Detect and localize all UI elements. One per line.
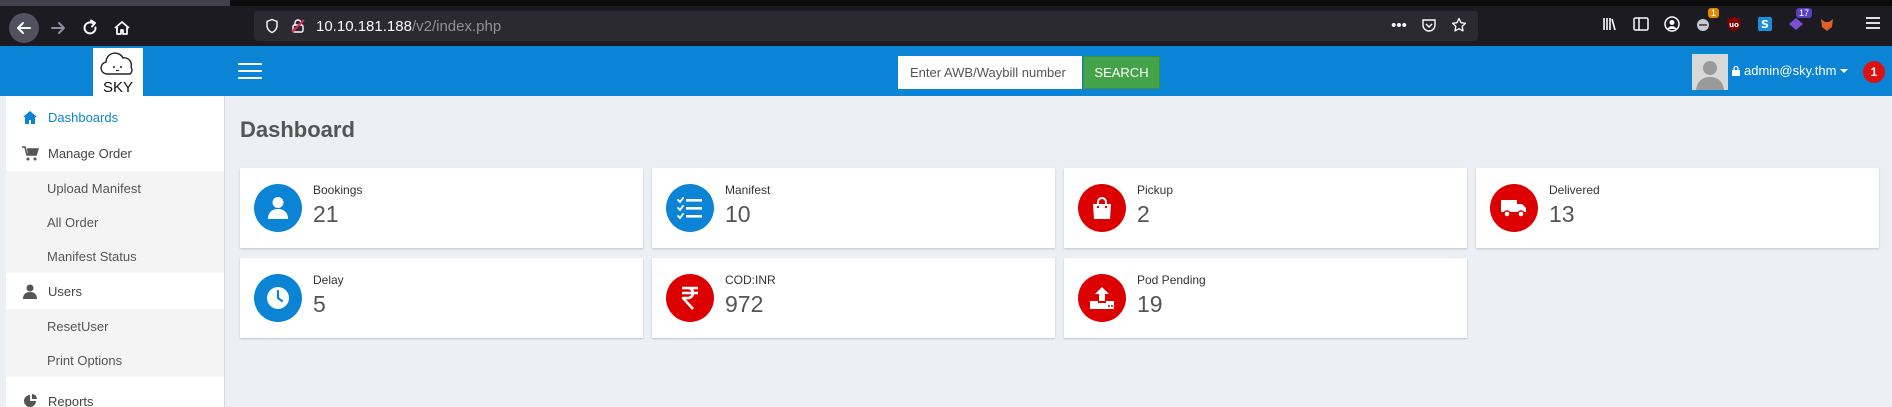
clock-icon bbox=[254, 274, 302, 322]
stat-card-bookings[interactable]: Bookings 21 bbox=[240, 168, 643, 248]
card-value: 19 bbox=[1137, 291, 1163, 317]
library-icon[interactable] bbox=[1600, 14, 1620, 34]
pocket-icon[interactable] bbox=[1420, 16, 1438, 34]
card-value: 2 bbox=[1137, 201, 1150, 227]
notification-badge[interactable]: 1 bbox=[1863, 61, 1885, 83]
search-button[interactable]: SEARCH bbox=[1083, 56, 1160, 89]
url-path: /v2/index.php bbox=[411, 18, 502, 35]
extension-toolbar: 1 uo S 17 bbox=[1600, 8, 1837, 34]
card-label: Delivered bbox=[1549, 183, 1600, 197]
user-menu-toggle[interactable]: admin@sky.thm bbox=[1731, 63, 1849, 78]
logo-text: SKY bbox=[102, 79, 133, 96]
sidebar-subitem-manifest-status[interactable]: Manifest Status bbox=[6, 239, 224, 273]
stat-card-manifest[interactable]: Manifest 10 bbox=[652, 168, 1055, 248]
sidebar-subitem-all-order[interactable]: All Order bbox=[6, 205, 224, 239]
foxyproxy-icon[interactable] bbox=[1817, 14, 1837, 34]
extension-badge-2: 17 bbox=[1795, 8, 1812, 18]
url-actions: ••• bbox=[1390, 16, 1468, 34]
arrow-right-icon bbox=[51, 22, 65, 34]
card-label: Pod Pending bbox=[1137, 273, 1206, 287]
page-title: Dashboard bbox=[240, 117, 355, 142]
url-text: 10.10.181.188/v2/index.php bbox=[316, 18, 501, 35]
extension-purple-icon[interactable]: 17 bbox=[1786, 8, 1812, 34]
forward-button[interactable] bbox=[43, 13, 73, 43]
user-avatar-icon bbox=[1692, 54, 1728, 90]
card-label: Bookings bbox=[313, 183, 363, 197]
extension-s-icon[interactable]: S bbox=[1755, 14, 1775, 34]
cloud-logo-icon bbox=[100, 52, 133, 75]
svg-text:S: S bbox=[1761, 18, 1769, 31]
card-value: 10 bbox=[725, 201, 751, 227]
home-button[interactable] bbox=[107, 13, 137, 43]
logo[interactable]: SKY bbox=[93, 48, 143, 96]
back-button[interactable] bbox=[9, 13, 39, 43]
stat-card-cod-inr[interactable]: COD:INR 972 bbox=[652, 258, 1055, 338]
sidebar-item-label: Reports bbox=[48, 393, 94, 407]
avatar[interactable] bbox=[1692, 54, 1728, 90]
bookmark-star-icon[interactable] bbox=[1450, 16, 1468, 34]
ublock-icon[interactable]: uo bbox=[1724, 14, 1744, 34]
rupee-icon bbox=[666, 274, 714, 322]
card-value: 13 bbox=[1549, 201, 1575, 227]
card-label: Manifest bbox=[725, 183, 771, 197]
list-icon bbox=[666, 184, 714, 232]
sidebar-item-users[interactable]: Users bbox=[6, 273, 224, 309]
sidebar-subitem-resetuser[interactable]: ResetUser bbox=[6, 309, 224, 343]
bag-icon bbox=[1078, 184, 1126, 232]
stat-card-delivered[interactable]: Delivered 13 bbox=[1476, 168, 1879, 248]
upload-icon bbox=[1078, 274, 1126, 322]
lock-icon bbox=[1732, 65, 1740, 76]
stat-card-delay[interactable]: Delay 5 bbox=[240, 258, 643, 338]
stat-card-pod-pending[interactable]: Pod Pending 19 bbox=[1064, 258, 1467, 338]
caret-down-icon bbox=[1840, 68, 1849, 73]
sidebar: Dashboards Manage Order Upload Manifest … bbox=[6, 96, 225, 407]
address-bar[interactable]: 10.10.181.188/v2/index.php ••• bbox=[254, 11, 1478, 41]
account-icon[interactable] bbox=[1662, 14, 1682, 34]
arrow-left-icon bbox=[17, 22, 31, 34]
card-label: COD:INR bbox=[725, 273, 776, 287]
reload-button[interactable] bbox=[75, 13, 105, 43]
logo-area: SKY bbox=[6, 46, 226, 96]
sidebar-item-label: Users bbox=[48, 283, 82, 299]
sidebar-toggle-button[interactable] bbox=[238, 63, 262, 80]
card-label: Pickup bbox=[1137, 183, 1174, 197]
stat-card-pickup[interactable]: Pickup 2 bbox=[1064, 168, 1467, 248]
reports-icon bbox=[6, 393, 48, 407]
home-icon bbox=[6, 110, 48, 125]
url-host: 10.10.181.188 bbox=[316, 18, 412, 35]
app-header: SKY SEARCH admin@sky.thm 1 bbox=[0, 46, 1892, 96]
insecure-lock-icon[interactable] bbox=[290, 18, 306, 34]
browser-toolbar: 10.10.181.188/v2/index.php ••• 1 uo S 17 bbox=[0, 0, 1892, 46]
user-icon bbox=[254, 184, 302, 232]
sidebar-toggle-icon[interactable] bbox=[1631, 14, 1651, 34]
sidebar-item-manage-order[interactable]: Manage Order bbox=[6, 135, 224, 171]
sidebar-item-dashboards[interactable]: Dashboards bbox=[6, 99, 224, 135]
card-value: 972 bbox=[725, 291, 764, 317]
sidebar-item-reports[interactable]: Reports bbox=[6, 383, 224, 407]
reload-icon bbox=[83, 19, 97, 35]
card-value: 21 bbox=[313, 201, 339, 227]
extension-badge: 1 bbox=[1707, 8, 1719, 18]
active-tab[interactable] bbox=[0, 0, 230, 6]
tab-strip bbox=[0, 0, 1892, 6]
more-actions-icon[interactable]: ••• bbox=[1390, 16, 1408, 34]
awb-search-input[interactable] bbox=[898, 56, 1082, 89]
home-icon bbox=[114, 21, 130, 35]
hamburger-menu-icon[interactable] bbox=[1864, 15, 1882, 31]
extension-hackbar-icon[interactable]: 1 bbox=[1693, 8, 1719, 34]
svg-text:uo: uo bbox=[1729, 21, 1739, 29]
user-email: admin@sky.thm bbox=[1744, 63, 1837, 78]
truck-icon bbox=[1490, 184, 1538, 232]
sidebar-item-label: Manage Order bbox=[48, 145, 132, 161]
sidebar-subitem-upload-manifest[interactable]: Upload Manifest bbox=[6, 171, 224, 205]
sidebar-subitem-print-options[interactable]: Print Options bbox=[6, 343, 224, 377]
user-icon bbox=[6, 284, 48, 299]
card-value: 5 bbox=[313, 291, 326, 317]
cart-icon bbox=[6, 145, 48, 161]
shield-icon[interactable] bbox=[264, 18, 280, 34]
sidebar-item-label: Dashboards bbox=[48, 109, 119, 125]
card-label: Delay bbox=[313, 273, 344, 287]
